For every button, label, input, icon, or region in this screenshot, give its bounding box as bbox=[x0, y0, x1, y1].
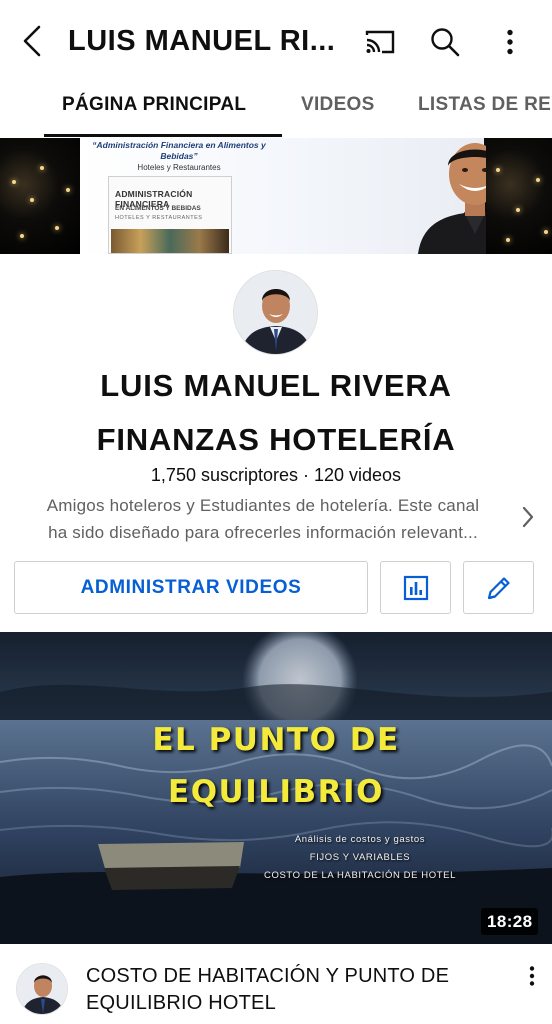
description-line-1: Amigos hoteleros y Estudiantes de hotele… bbox=[46, 496, 480, 515]
book-tagline: HOTELES Y RESTAURANTES bbox=[115, 215, 203, 221]
thumbnail-title-line-2: EQUILIBRIO bbox=[168, 774, 384, 810]
banner-left-lights bbox=[0, 138, 80, 254]
edit-channel-button[interactable] bbox=[463, 561, 534, 614]
channel-tabs: PÁGINA PRINCIPAL VIDEOS LISTAS DE REPROD… bbox=[0, 82, 552, 138]
channel-title: LUIS MANUEL RI... bbox=[68, 25, 336, 57]
video-more-icon[interactable] bbox=[518, 962, 546, 990]
video-channel-avatar[interactable] bbox=[16, 963, 68, 1015]
tab-playlists[interactable]: LISTAS DE REPRODUCCIÓN bbox=[418, 94, 552, 116]
top-app-bar: LUIS MANUEL RI... bbox=[0, 0, 552, 82]
tab-videos[interactable]: VIDEOS bbox=[301, 94, 375, 116]
more-vert-icon[interactable] bbox=[490, 22, 530, 62]
analytics-button[interactable] bbox=[380, 561, 451, 614]
thumbnail-subtitle-1: Análisis de costos y gastos bbox=[294, 834, 426, 845]
banner-subheading: Hoteles y Restaurantes bbox=[137, 163, 221, 172]
video-thumbnail[interactable]: EL PUNTO DE EQUILIBRIO Análisis de costo… bbox=[0, 632, 552, 944]
tab-home[interactable]: PÁGINA PRINCIPAL bbox=[62, 94, 246, 116]
banner-heading: “Administración Financiera en Alimentos … bbox=[92, 140, 266, 161]
banner-right-lights bbox=[486, 138, 552, 254]
channel-name-line-2: FINANZAS HOTELERÍA bbox=[96, 422, 456, 457]
active-tab-indicator bbox=[44, 134, 282, 137]
thumbnail-title-line-1: EL PUNTO DE bbox=[152, 722, 400, 758]
video-title[interactable]: COSTO DE HABITACIÓN Y PUNTO DE EQUILIBRI… bbox=[86, 963, 498, 1017]
channel-description[interactable]: Amigos hoteleros y Estudiantes de hotele… bbox=[16, 492, 510, 546]
book-cover-image bbox=[111, 229, 229, 253]
book-cover: ADMINISTRACIÓN FINANCIERA EN ALIMENTOS Y… bbox=[108, 176, 232, 254]
manage-videos-button[interactable]: ADMINISTRAR VIDEOS bbox=[14, 561, 368, 614]
channel-name-line-1: LUIS MANUEL RIVERA bbox=[100, 368, 452, 403]
manage-videos-label: ADMINISTRAR VIDEOS bbox=[80, 576, 302, 598]
search-icon[interactable] bbox=[425, 22, 465, 62]
back-arrow-icon[interactable] bbox=[14, 22, 50, 60]
edit-pencil-icon bbox=[487, 576, 510, 599]
thumbnail-subtitle-3: COSTO DE LA HABITACIÓN DE HOTEL bbox=[264, 870, 456, 881]
channel-banner: “Administración Financiera en Alimentos … bbox=[0, 138, 552, 254]
video-duration-badge: 18:28 bbox=[481, 908, 539, 935]
channel-stats: 1,750 suscriptores · 120 videos bbox=[150, 465, 402, 485]
analytics-icon bbox=[403, 575, 428, 600]
thumbnail-subtitle-2: FIJOS Y VARIABLES bbox=[309, 852, 411, 863]
channel-avatar[interactable] bbox=[233, 270, 318, 355]
description-line-2: ha sido diseñado para ofrecerles informa… bbox=[48, 523, 478, 542]
chevron-right-icon[interactable] bbox=[516, 503, 540, 531]
banner-center-panel: “Administración Financiera en Alimentos … bbox=[80, 138, 532, 254]
book-subtitle: EN ALIMENTOS Y BEBIDAS bbox=[115, 205, 201, 212]
cast-icon[interactable] bbox=[360, 22, 400, 62]
